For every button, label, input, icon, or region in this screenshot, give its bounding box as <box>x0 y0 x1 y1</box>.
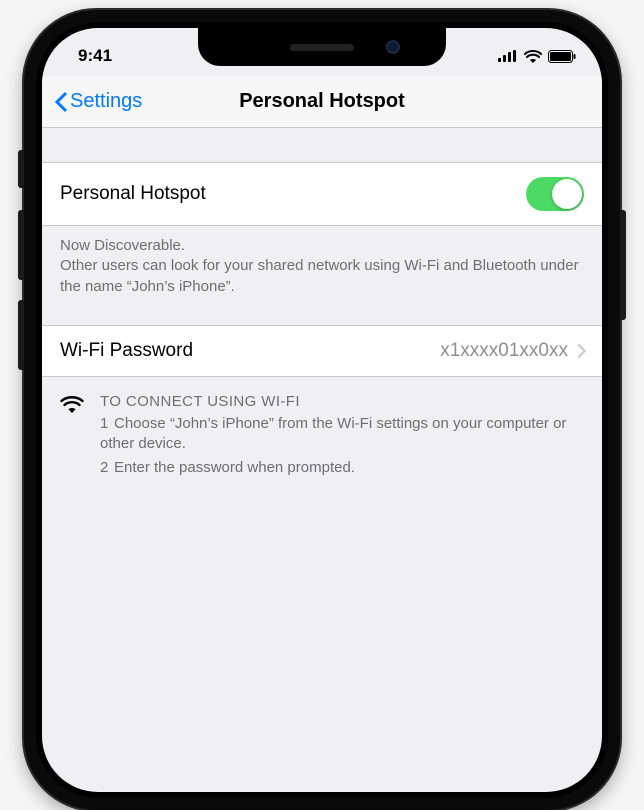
status-time: 9:41 <box>78 46 112 66</box>
battery-icon <box>548 50 576 63</box>
connect-instructions: TO CONNECT USING WI-FI 1Choose “John’s i… <box>42 377 602 483</box>
back-button[interactable]: Settings <box>54 90 142 113</box>
discoverable-footer: Now Discoverable. Other users can look f… <box>42 226 602 303</box>
hotspot-toggle-label: Personal Hotspot <box>60 183 206 205</box>
screen: 9:41 <box>42 28 602 792</box>
notch <box>198 28 446 66</box>
hotspot-toggle[interactable] <box>526 177 584 211</box>
toggle-knob <box>552 179 582 209</box>
power-button <box>620 210 626 320</box>
wifi-icon <box>524 50 542 63</box>
bezel: 9:41 <box>36 22 608 798</box>
instructions-title: TO CONNECT USING WI-FI <box>100 393 584 410</box>
wifi-instruction-icon <box>60 393 84 483</box>
discoverable-body: Other users can look for your shared net… <box>60 256 584 297</box>
chevron-right-icon <box>572 344 586 358</box>
instruction-step-2: 2Enter the password when prompted. <box>100 458 584 478</box>
nav-bar: Settings Personal Hotspot <box>42 76 602 128</box>
volume-down-button <box>18 300 24 370</box>
silent-switch <box>18 150 24 188</box>
front-camera <box>386 40 400 54</box>
section-spacer <box>42 303 602 325</box>
volume-up-button <box>18 210 24 280</box>
back-label: Settings <box>70 90 142 113</box>
wifi-password-row[interactable]: Wi-Fi Password x1xxxx01xx0xx <box>42 325 602 377</box>
section-spacer <box>42 128 602 162</box>
discoverable-headline: Now Discoverable. <box>60 236 584 256</box>
speaker-grille <box>290 44 354 51</box>
wifi-password-value: x1xxxx01xx0xx <box>440 340 568 362</box>
chevron-left-icon <box>54 91 68 113</box>
instruction-step-1: 1Choose “John’s iPhone” from the Wi-Fi s… <box>100 414 584 455</box>
phone-frame: 9:41 <box>24 10 620 810</box>
wifi-password-label: Wi-Fi Password <box>60 340 193 362</box>
cellular-icon <box>498 50 518 62</box>
hotspot-toggle-row[interactable]: Personal Hotspot <box>42 162 602 226</box>
